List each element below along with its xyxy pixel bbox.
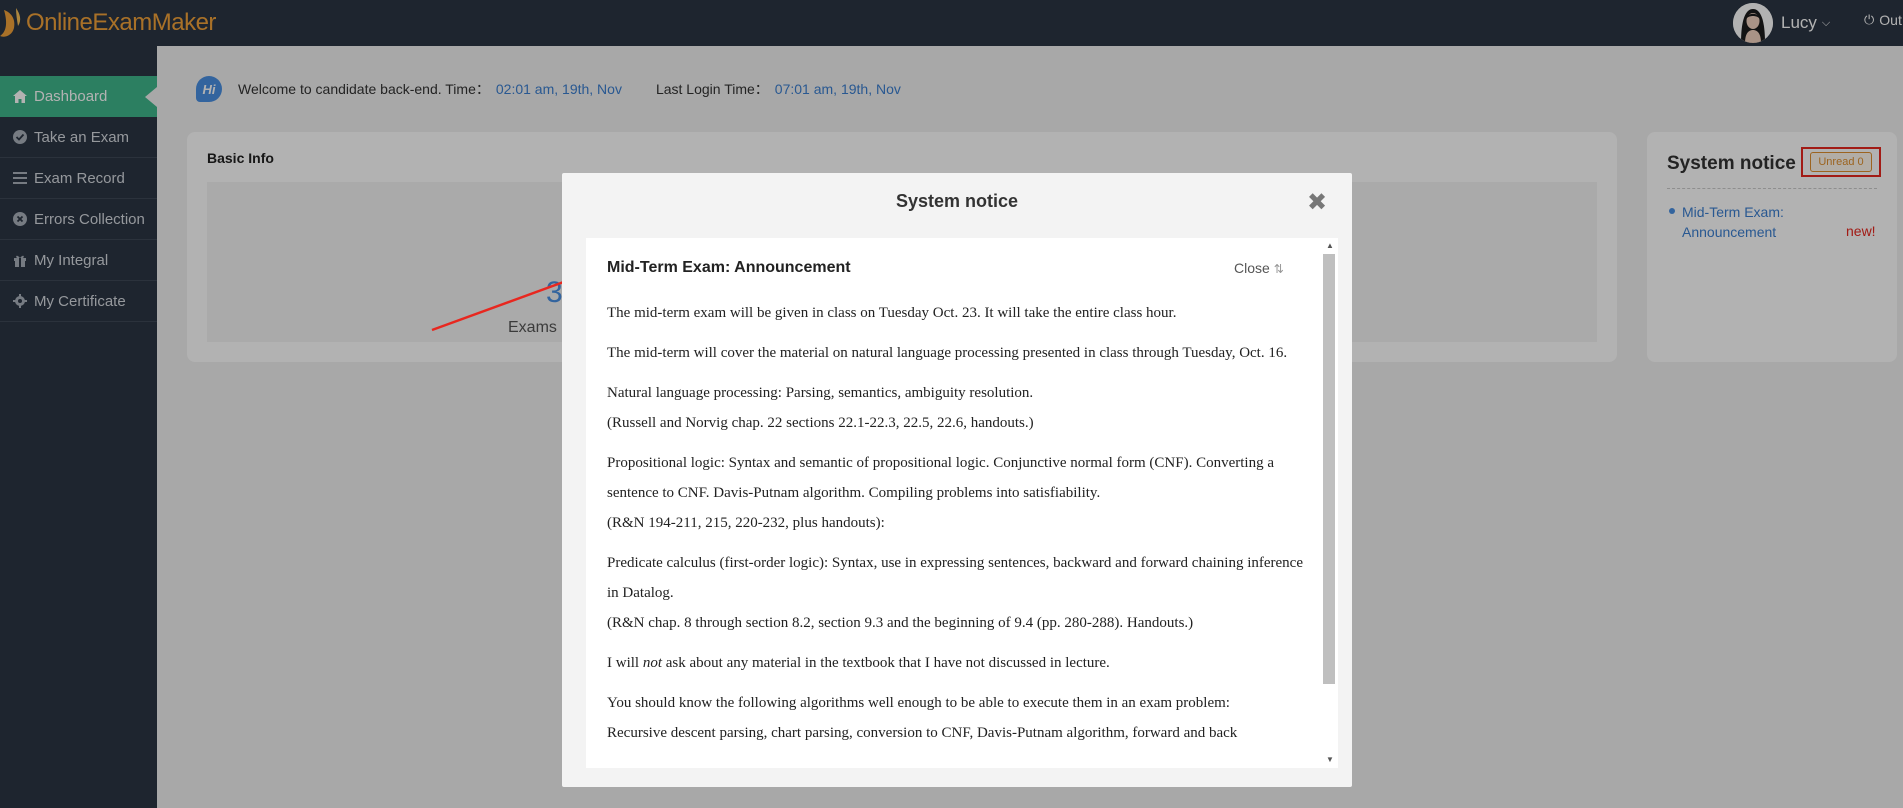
scroll-down-icon[interactable]: ▼ xyxy=(1326,755,1334,764)
modal-body: Mid-Term Exam: Announcement Close ⇅ The … xyxy=(586,238,1338,768)
modal-title: System notice xyxy=(895,191,1019,211)
system-notice-modal: System notice ✖ Mid-Term Exam: Announcem… xyxy=(562,173,1352,787)
collapse-icon: ⇅ xyxy=(1273,262,1284,276)
close-label: Close xyxy=(1234,260,1270,276)
scroll-thumb[interactable] xyxy=(1323,254,1335,684)
paragraph: The mid-term exam will be given in class… xyxy=(607,305,1177,321)
paragraph: The mid-term will cover the material on … xyxy=(607,345,1288,361)
paragraph: Natural language processing: Parsing, se… xyxy=(607,385,1034,431)
announcement-content: The mid-term exam will be given in class… xyxy=(607,298,1307,758)
announcement-title: Mid-Term Exam: Announcement xyxy=(607,259,851,276)
paragraph: I will not ask about any material in the… xyxy=(607,655,1110,671)
close-icon[interactable]: ✖ xyxy=(1307,191,1327,215)
scrollbar[interactable]: ▲ ▼ xyxy=(1320,238,1338,768)
announcement-close-button[interactable]: Close ⇅ xyxy=(1234,260,1284,276)
paragraph: Predicate calculus (first-order logic): … xyxy=(607,555,1303,631)
scroll-up-icon[interactable]: ▲ xyxy=(1326,241,1334,250)
paragraph: Propositional logic: Syntax and semantic… xyxy=(607,455,1274,531)
paragraph: You should know the following algorithms… xyxy=(607,695,1238,741)
